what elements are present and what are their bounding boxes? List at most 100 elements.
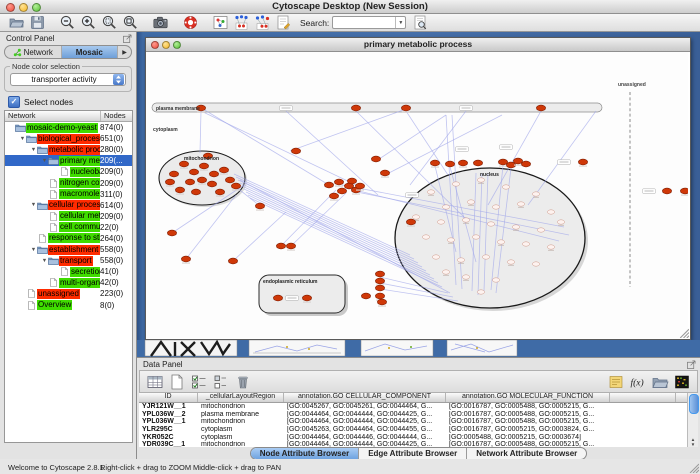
- more-tabs-arrow-icon[interactable]: ▶: [118, 46, 131, 58]
- network-node-small[interactable]: [442, 270, 449, 274]
- table-row[interactable]: YKR052Ccytoplasm[GO:0044464, GO:0044446,…: [139, 433, 687, 441]
- network-node[interactable]: [197, 177, 206, 183]
- table-scrollbar[interactable]: ▲▼: [687, 393, 698, 447]
- zoom-selected-icon[interactable]: [101, 14, 118, 31]
- table-column-header[interactable]: [610, 393, 676, 402]
- network-node[interactable]: [191, 189, 200, 195]
- layout-a-icon[interactable]: [233, 14, 250, 31]
- network-node[interactable]: [458, 160, 467, 166]
- network-node-small[interactable]: [462, 218, 469, 222]
- network-node-small[interactable]: [447, 238, 454, 242]
- float-panel-icon[interactable]: [123, 34, 132, 43]
- network-node[interactable]: [286, 243, 295, 249]
- network-node[interactable]: [347, 178, 356, 184]
- network-node[interactable]: [473, 160, 482, 166]
- network-node[interactable]: [680, 188, 688, 194]
- network-node-small[interactable]: [507, 260, 514, 264]
- node-color-select[interactable]: transporter activity: [10, 73, 126, 86]
- network-node-small[interactable]: [497, 240, 504, 244]
- tree-row-macromolecule[interactable]: macromolecule311(0): [5, 189, 132, 200]
- tree-row-nucleobase-co[interactable]: nucleobase-co209(0): [5, 166, 132, 177]
- network-view-window[interactable]: primary metabolic process plasma membran: [145, 37, 691, 340]
- network-node[interactable]: [351, 105, 360, 111]
- network-node[interactable]: [209, 171, 218, 177]
- network-node[interactable]: [207, 181, 216, 187]
- network-node-small[interactable]: [422, 235, 429, 239]
- tree-row-overview[interactable]: Overview8(0): [5, 300, 132, 311]
- network-node-small[interactable]: [427, 190, 434, 194]
- network-canvas-container[interactable]: plasma membrane cytoplasm mitochondrion …: [146, 52, 688, 338]
- snapshot-icon[interactable]: [152, 14, 169, 31]
- scrollbar-arrows[interactable]: ▲▼: [688, 437, 698, 447]
- network-node[interactable]: [513, 158, 522, 164]
- network-node[interactable]: [189, 169, 198, 175]
- save-icon[interactable]: [29, 14, 46, 31]
- network-node[interactable]: [215, 189, 224, 195]
- tree-row-cellular-metabol[interactable]: cellular metabol209(0): [5, 211, 132, 222]
- network-node[interactable]: [181, 256, 190, 262]
- search-config-icon[interactable]: [412, 14, 429, 31]
- network-node-small[interactable]: [517, 202, 524, 206]
- network-node[interactable]: [167, 230, 176, 236]
- network-node[interactable]: [199, 163, 208, 169]
- network-node[interactable]: [225, 177, 234, 183]
- help-lifesaver-icon[interactable]: [182, 14, 199, 31]
- attr-table-icon[interactable]: [146, 373, 164, 391]
- tree-row-cell-communicati[interactable]: cell communicati22(0): [5, 222, 132, 233]
- network-node[interactable]: [375, 293, 384, 299]
- annotation-icon[interactable]: [275, 14, 292, 31]
- network-node-small[interactable]: [472, 235, 479, 239]
- network-node-small[interactable]: [437, 220, 444, 224]
- region-plasma-membrane[interactable]: [152, 103, 602, 112]
- network-node-small[interactable]: [502, 185, 509, 189]
- network-node[interactable]: [334, 179, 343, 185]
- network-node-small[interactable]: [457, 258, 464, 262]
- attr-delete-icon[interactable]: [234, 373, 252, 391]
- tree-expander-icon[interactable]: ▼: [30, 147, 37, 153]
- tree-row-unassigned[interactable]: unassigned223(0): [5, 288, 132, 299]
- search-input[interactable]: [333, 17, 395, 28]
- network-node[interactable]: [498, 159, 507, 165]
- function-icon[interactable]: f(x): [629, 373, 647, 391]
- network-node[interactable]: [219, 167, 228, 173]
- zoom-fit-icon[interactable]: [122, 14, 139, 31]
- attr-unselect-icon[interactable]: [212, 373, 230, 391]
- network-node[interactable]: [169, 171, 178, 177]
- scrollbar-thumb[interactable]: [689, 394, 699, 414]
- network-node-small[interactable]: [532, 192, 539, 196]
- window-resize-grip[interactable]: [678, 327, 689, 338]
- network-node[interactable]: [375, 278, 384, 284]
- table-column-header[interactable]: annotation.GO CELLULAR_COMPONENT: [284, 393, 446, 402]
- network-node[interactable]: [302, 295, 311, 301]
- app-resize-grip[interactable]: [688, 462, 699, 473]
- network-overview-icon[interactable]: [212, 14, 229, 31]
- zoom-out-icon[interactable]: [59, 14, 76, 31]
- network-node[interactable]: [165, 179, 174, 185]
- attribute-table[interactable]: ID_cellularLayoutRegionannotation.GO CEL…: [139, 393, 687, 447]
- network-node[interactable]: [578, 159, 587, 165]
- open-folder-icon[interactable]: [8, 14, 25, 31]
- network-node[interactable]: [185, 179, 194, 185]
- tab-network[interactable]: Network: [5, 46, 62, 58]
- tree-row-secretion[interactable]: secretion41(0): [5, 266, 132, 277]
- tab-node-attribute-browser[interactable]: Node Attribute Browser: [251, 448, 360, 459]
- attr-select-icon[interactable]: [190, 373, 208, 391]
- network-node[interactable]: [430, 160, 439, 166]
- table-column-header[interactable]: ID: [139, 393, 198, 402]
- network-node[interactable]: [361, 293, 370, 299]
- notes-icon[interactable]: [607, 373, 625, 391]
- network-node-small[interactable]: [557, 220, 564, 224]
- network-node[interactable]: [355, 183, 364, 189]
- network-node[interactable]: [406, 219, 415, 225]
- network-node-small[interactable]: [412, 215, 419, 219]
- network-node[interactable]: [324, 182, 333, 188]
- table-row[interactable]: YPL036W__1mitochondrion[GO:0044464, GO:0…: [139, 418, 687, 426]
- tree-expander-icon[interactable]: ▼: [19, 136, 26, 142]
- tab-mosaic[interactable]: Mosaic: [62, 46, 119, 58]
- network-node[interactable]: [175, 187, 184, 193]
- table-row[interactable]: YLR295Ccytoplasm[GO:0045263, GO:0044464,…: [139, 426, 687, 434]
- network-node[interactable]: [231, 183, 240, 189]
- network-node[interactable]: [380, 170, 389, 176]
- network-node-small[interactable]: [477, 290, 484, 294]
- search-dropdown-arrow-icon[interactable]: ▼: [395, 17, 405, 28]
